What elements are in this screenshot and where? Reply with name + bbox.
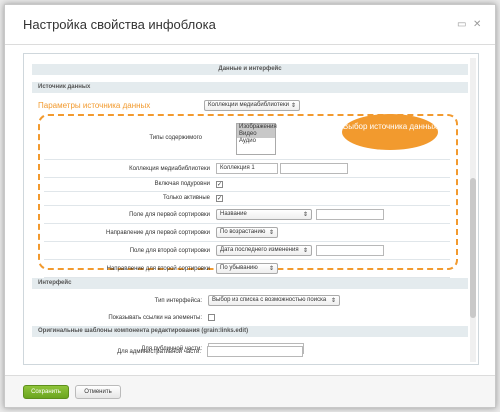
section-templates: Оригинальные шаблоны компонента редактир… xyxy=(32,326,468,337)
content-types-list[interactable]: Изображения Видео Аудио xyxy=(236,123,277,155)
show-links-checkbox[interactable] xyxy=(208,314,215,321)
collection-field[interactable]: Коллекция 1 xyxy=(216,163,278,174)
expand-icon[interactable]: ▭ xyxy=(457,19,466,30)
section-source: Источник данных xyxy=(32,82,468,93)
select-arrow-icon: ⇕ xyxy=(268,266,274,272)
select-arrow-icon: ⇕ xyxy=(302,212,308,218)
scrollbar[interactable] xyxy=(470,58,476,362)
interface-type-select[interactable]: Выбор из списка с возможностью поиска ⇕ xyxy=(208,295,340,306)
collection-extra-field[interactable] xyxy=(280,163,348,174)
source-select[interactable]: Коллекции медиабиблиотеки ⇕ xyxy=(204,100,300,111)
include-sub-checkbox[interactable]: ✓ xyxy=(216,181,223,188)
footer: Сохранить Отменить xyxy=(5,375,495,407)
only-active-checkbox[interactable]: ✓ xyxy=(216,195,223,202)
content-panel: Данные и интерфейс Источник данных Парам… xyxy=(23,53,479,365)
select-arrow-icon: ⇕ xyxy=(290,103,296,109)
row-collection: Коллекция медиабиблиотеки Коллекция 1 xyxy=(44,160,450,178)
titlebar: Настройка свойства инфоблока ▭ ✕ xyxy=(5,5,495,45)
row-include-sub: Включая подуровни ✓ xyxy=(44,178,450,192)
section-data-interface: Данные и интерфейс xyxy=(32,64,468,75)
row-sort2-field: Поле для второй сортировки Дата последне… xyxy=(44,242,450,260)
params-label: Параметры источника данных xyxy=(38,101,151,110)
section-interface: Интерфейс xyxy=(32,278,468,289)
select-arrow-icon: ⇕ xyxy=(330,298,336,304)
row-content-types: Типы содержимого Изображения Видео Аудио xyxy=(44,118,450,160)
save-button[interactable]: Сохранить xyxy=(23,385,69,399)
dialog-window: Настройка свойства инфоблока ▭ ✕ Данные … xyxy=(4,4,496,408)
row-sort1-dir: Направление для первой сортировки По воз… xyxy=(44,224,450,242)
sort2-dir-select[interactable]: По убыванию ⇕ xyxy=(216,263,278,274)
row-sort2-dir: Направление для второй сортировки По убы… xyxy=(44,260,450,278)
admin-template-label: Для административной части: xyxy=(117,349,201,355)
sort1-field-select[interactable]: Название ⇕ xyxy=(216,209,312,220)
sort1-extra-field[interactable] xyxy=(316,209,384,220)
window-title: Настройка свойства инфоблока xyxy=(23,17,216,32)
cancel-button[interactable]: Отменить xyxy=(75,385,121,399)
row-only-active: Только активные ✓ xyxy=(44,192,450,206)
select-arrow-icon: ⇕ xyxy=(302,248,308,254)
admin-template-field[interactable] xyxy=(207,346,303,357)
sort1-dir-select[interactable]: По возрастанию ⇕ xyxy=(216,227,278,238)
scrollbar-thumb[interactable] xyxy=(470,178,476,318)
sort2-field-select[interactable]: Дата последнего изменения ⇕ xyxy=(216,245,312,256)
close-icon[interactable]: ✕ xyxy=(473,19,481,30)
sort2-extra-field[interactable] xyxy=(316,245,384,256)
row-sort1-field: Поле для первой сортировки Название ⇕ xyxy=(44,206,450,224)
select-arrow-icon: ⇕ xyxy=(268,230,274,236)
